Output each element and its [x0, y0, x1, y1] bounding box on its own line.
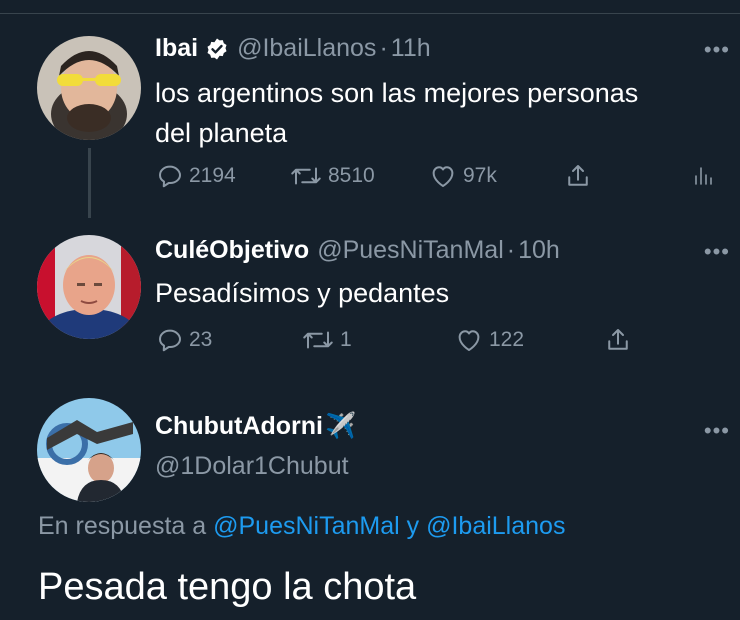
tweet-text: los argentinos son las mejores personas …	[155, 73, 638, 153]
analytics-icon	[695, 167, 712, 185]
display-name[interactable]: Ibai	[155, 34, 198, 63]
separator: ·	[506, 236, 516, 264]
verified-badge-icon	[207, 38, 227, 59]
timestamp[interactable]: 10h	[518, 236, 560, 265]
handle[interactable]: @1Dolar1Chubut	[155, 452, 349, 481]
retweet-icon	[291, 167, 321, 185]
retweet-button[interactable]: 1	[300, 325, 352, 355]
like-button[interactable]: 122	[453, 325, 524, 355]
reply-button[interactable]: 2194	[155, 161, 236, 191]
reply-button[interactable]: 23	[155, 325, 212, 355]
avatar-chubutadorni[interactable]	[37, 398, 141, 502]
main-tweet-name-row: ChubutAdorni ✈️	[155, 412, 356, 441]
share-icon	[568, 165, 588, 186]
reply-icon	[159, 165, 181, 188]
tweet-ibai[interactable]: Ibai @IbaiLlanos · 11h ••• los argentino…	[0, 0, 740, 220]
mention-link[interactable]: @PuesNiTanMal	[213, 512, 400, 540]
handle[interactable]: @PuesNiTanMal	[317, 236, 504, 265]
timestamp[interactable]: 11h	[391, 34, 431, 63]
tweet-header: Ibai @IbaiLlanos · 11h	[155, 34, 431, 63]
mention-link[interactable]: @IbaiLlanos	[426, 512, 565, 540]
separator: ·	[379, 34, 388, 62]
like-button[interactable]: 97k	[427, 161, 497, 191]
tweet-text-line: los argentinos son las mejores personas	[155, 78, 639, 108]
share-button[interactable]	[603, 325, 633, 355]
more-icon[interactable]: •••	[704, 420, 730, 442]
action-bar: 23 1 122	[155, 325, 655, 365]
main-tweet-handle-row: @1Dolar1Chubut	[155, 452, 349, 481]
tweet-header: CuléObjetivo @PuesNiTanMal · 10h	[155, 236, 560, 265]
reply-icon	[159, 329, 181, 352]
share-button[interactable]	[563, 161, 593, 191]
reply-to-line: En respuesta a @PuesNiTanMal y @IbaiLlan…	[38, 512, 565, 541]
retweet-icon	[303, 331, 333, 349]
like-count: 97k	[463, 164, 497, 187]
reply-to-prefix: En respuesta a	[38, 512, 207, 540]
tweet-text: Pesadísimos y pedantes	[155, 278, 450, 308]
display-name[interactable]: ChubutAdorni	[155, 412, 323, 441]
handle[interactable]: @IbaiLlanos	[237, 34, 376, 63]
more-icon[interactable]: •••	[704, 39, 730, 61]
mention-conjunction: y	[406, 512, 420, 540]
thread-line	[88, 148, 91, 218]
airplane-icon: ✈️	[325, 412, 357, 440]
display-name[interactable]: CuléObjetivo	[155, 236, 309, 265]
avatar-culeobjetivo[interactable]	[37, 235, 141, 339]
reply-count: 23	[189, 328, 213, 351]
share-icon	[608, 329, 628, 350]
retweet-count: 8510	[328, 164, 375, 187]
heart-icon	[458, 330, 480, 351]
more-icon[interactable]: •••	[704, 241, 730, 263]
retweet-button[interactable]: 8510	[288, 161, 375, 191]
avatar-ibai[interactable]	[37, 36, 141, 140]
heart-icon	[432, 166, 454, 187]
reply-count: 2194	[189, 164, 236, 187]
like-count: 122	[489, 328, 525, 351]
tweet-culeobjetivo[interactable]: CuléObjetivo @PuesNiTanMal · 10h ••• Pes…	[0, 220, 740, 390]
main-tweet-text: Pesada tengo la chota	[38, 566, 417, 608]
analytics-button[interactable]	[691, 161, 715, 191]
action-bar: 2194 8510 97k	[155, 161, 730, 201]
tweet-text-line: del planeta	[155, 118, 288, 148]
retweet-count: 1	[340, 328, 352, 351]
